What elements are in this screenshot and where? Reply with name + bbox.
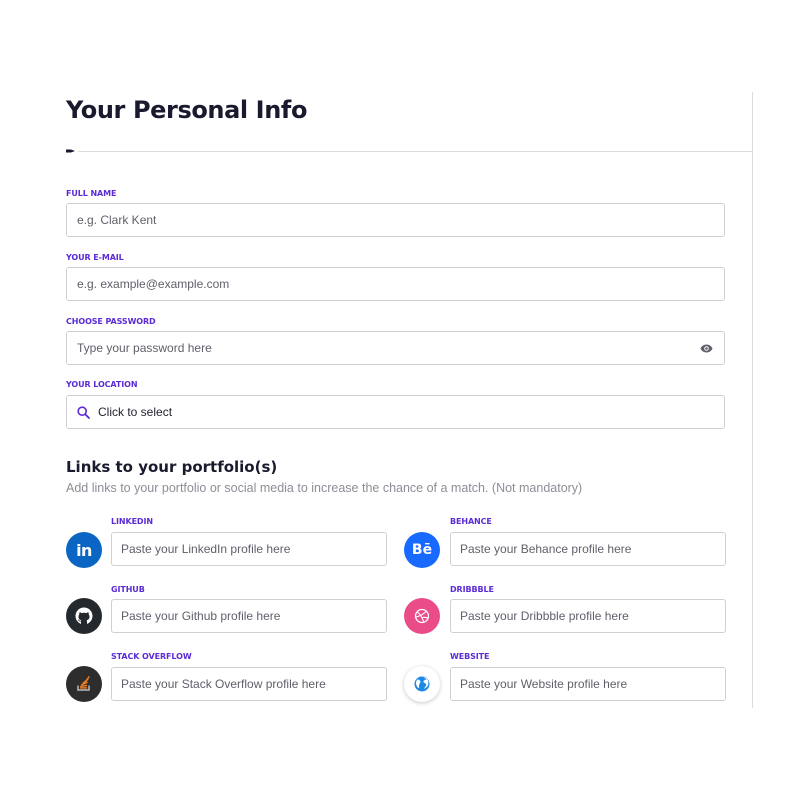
linkedin-placeholder: Paste your LinkedIn profile here [121, 542, 291, 556]
github-icon [66, 598, 102, 634]
stackoverflow-label: STACK OVERFLOW [111, 652, 192, 661]
right-border [752, 92, 753, 708]
linkedin-input[interactable]: Paste your LinkedIn profile here [111, 532, 387, 566]
eye-icon[interactable] [698, 340, 714, 356]
password-label: CHOOSE PASSWORD [66, 317, 156, 326]
full-name-label: FULL NAME [66, 189, 117, 198]
portfolio-title: Links to your portfolio(s) [66, 458, 278, 476]
location-select[interactable]: Click to select [66, 395, 725, 429]
dribbble-label: DRIBBBLE [450, 585, 494, 594]
password-placeholder: Type your password here [77, 341, 212, 355]
page-title: Your Personal Info [66, 96, 308, 124]
full-name-placeholder: e.g. Clark Kent [77, 213, 157, 227]
search-icon [77, 405, 91, 419]
website-placeholder: Paste your Website profile here [460, 677, 628, 691]
email-placeholder: e.g. example@example.com [77, 277, 230, 291]
location-label: YOUR LOCATION [66, 380, 138, 389]
linkedin-label: LINKEDIN [111, 517, 153, 526]
github-placeholder: Paste your Github profile here [121, 609, 281, 623]
behance-placeholder: Paste your Behance profile here [460, 542, 632, 556]
divider-marker-icon [66, 149, 75, 153]
stackoverflow-placeholder: Paste your Stack Overflow profile here [121, 677, 326, 691]
title-divider [66, 146, 753, 156]
globe-icon [404, 666, 440, 702]
full-name-input[interactable]: e.g. Clark Kent [66, 203, 725, 237]
behance-icon: Bē [404, 532, 440, 568]
website-label: WEBSITE [450, 652, 490, 661]
password-input[interactable]: Type your password here [66, 331, 725, 365]
dribbble-input[interactable]: Paste your Dribbble profile here [450, 599, 726, 633]
github-label: GITHUB [111, 585, 145, 594]
behance-label: BEHANCE [450, 517, 492, 526]
dribbble-placeholder: Paste your Dribbble profile here [460, 609, 629, 623]
website-input[interactable]: Paste your Website profile here [450, 667, 726, 701]
linkedin-icon: in [66, 532, 102, 568]
behance-input[interactable]: Paste your Behance profile here [450, 532, 726, 566]
portfolio-subtitle: Add links to your portfolio or social me… [66, 481, 583, 495]
location-placeholder: Click to select [98, 405, 173, 419]
github-input[interactable]: Paste your Github profile here [111, 599, 387, 633]
dribbble-icon [404, 598, 440, 634]
stackoverflow-input[interactable]: Paste your Stack Overflow profile here [111, 667, 387, 701]
email-label: YOUR E-MAIL [66, 253, 124, 262]
stackoverflow-icon [66, 666, 102, 702]
email-input[interactable]: e.g. example@example.com [66, 267, 725, 301]
